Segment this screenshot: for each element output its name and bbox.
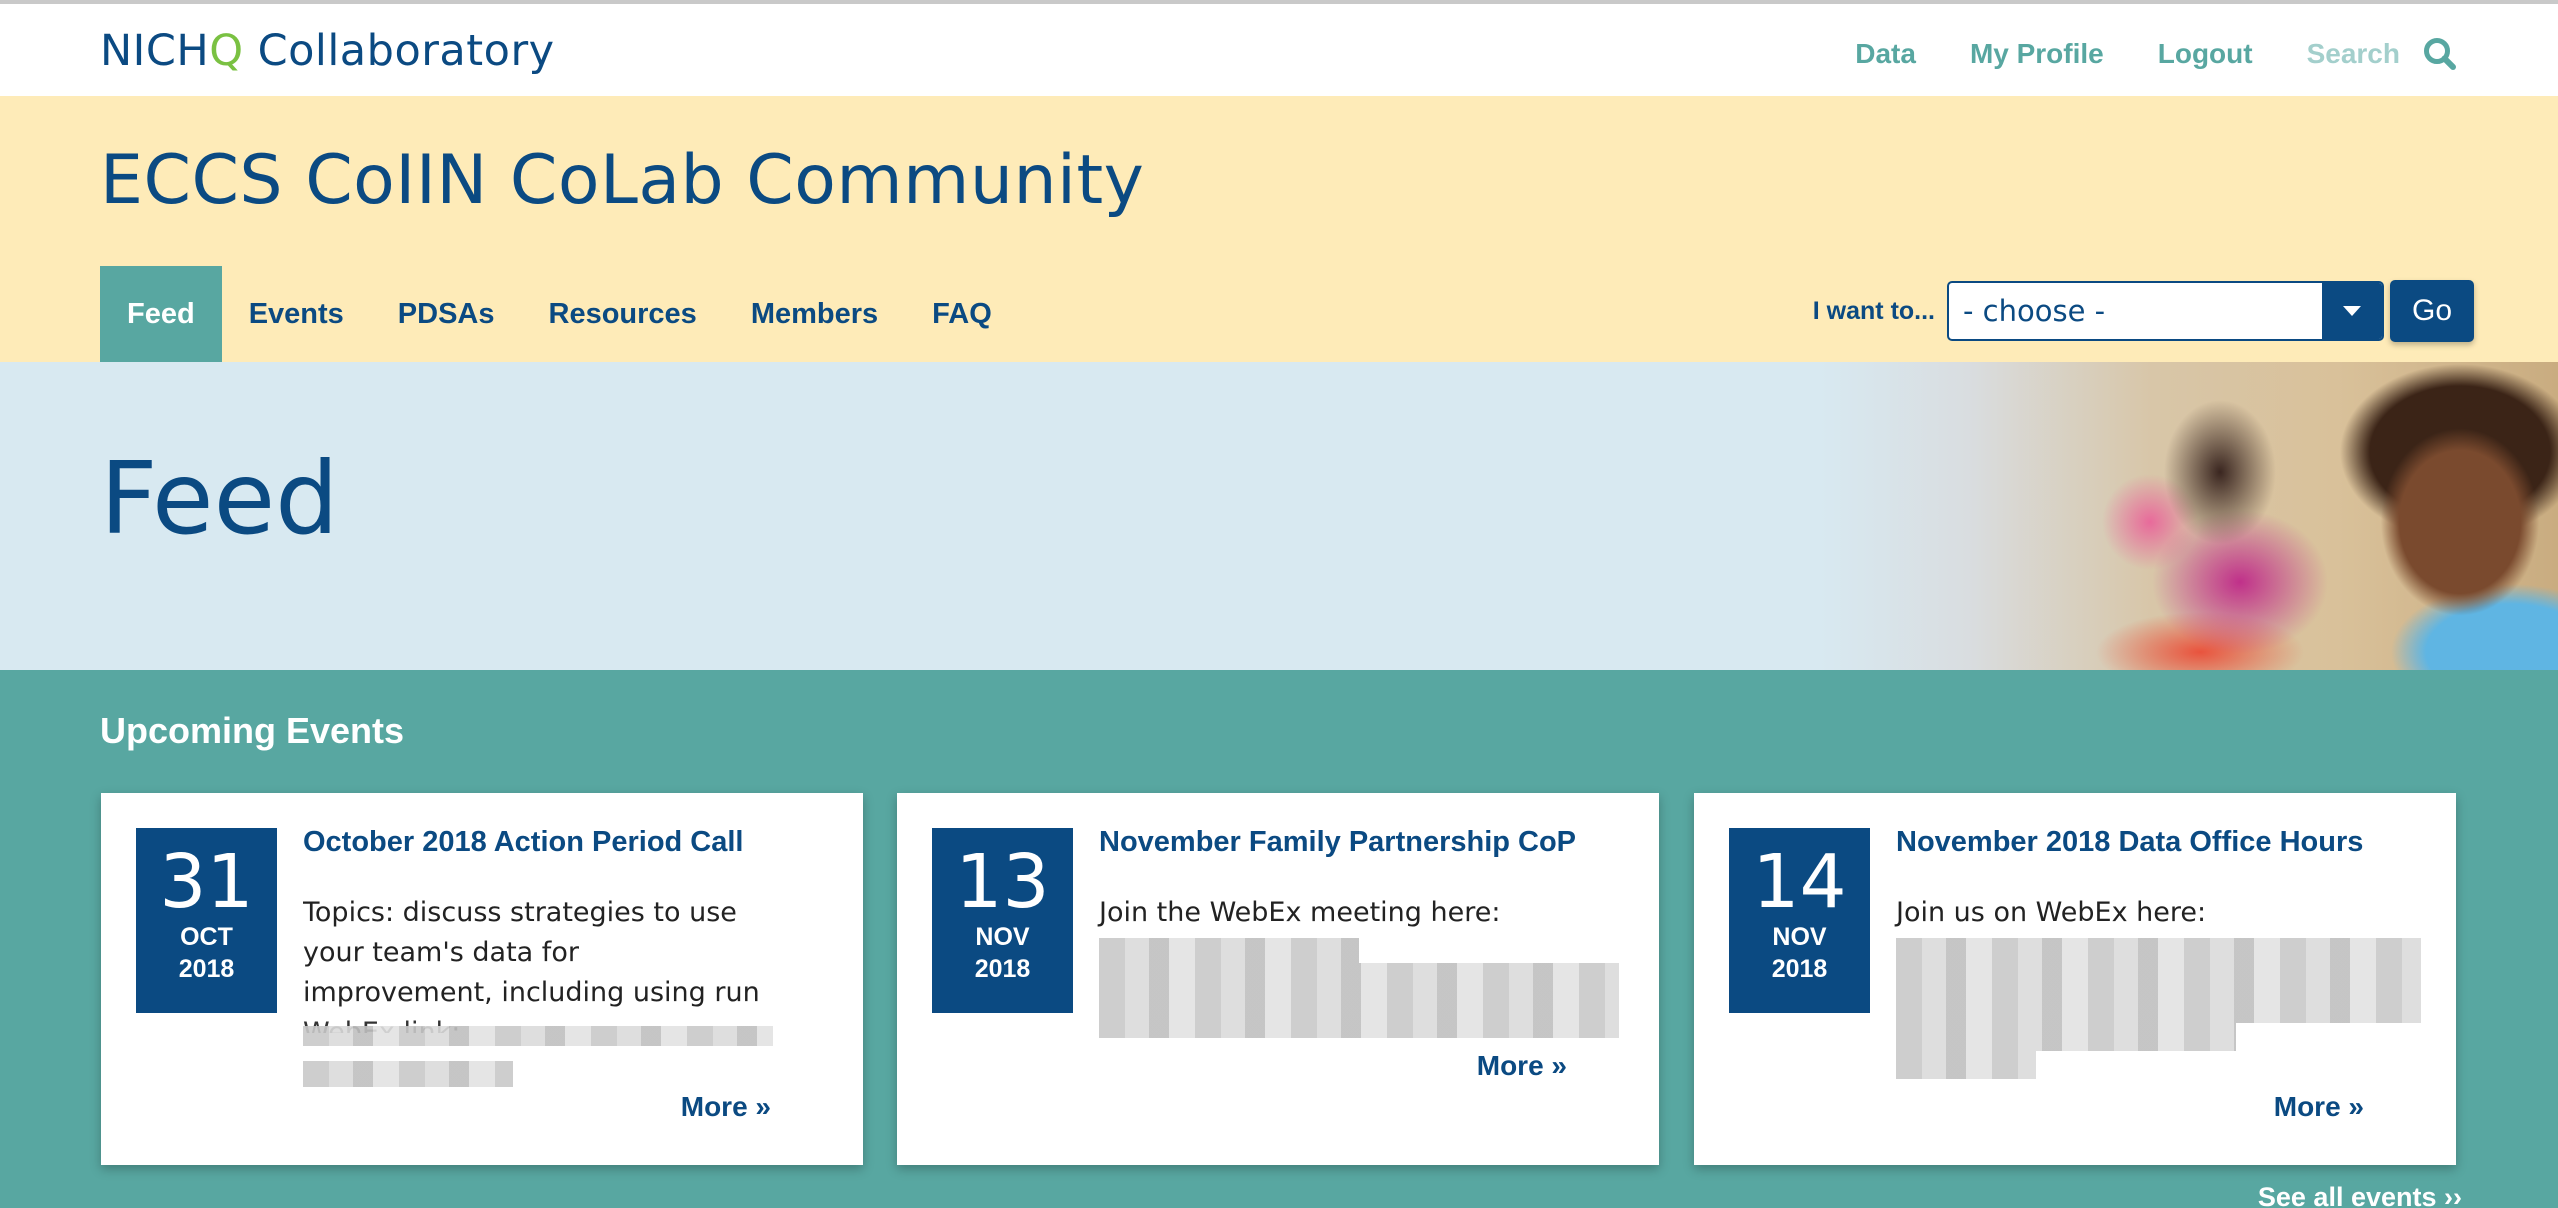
tab-faq[interactable]: FAQ [905, 266, 1019, 362]
event-card: 31 OCT 2018 October 2018 Action Period C… [101, 793, 863, 1165]
event-description: Join the WebEx meeting here: [1099, 893, 1569, 933]
tab-feed[interactable]: Feed [100, 266, 222, 362]
tab-resources[interactable]: Resources [522, 266, 724, 362]
community-banner: ECCS CoIIN CoLab Community Feed Events P… [0, 96, 2558, 362]
event-desc-text: Topics: discuss strategies to use your t… [303, 897, 760, 1008]
tab-pdsas[interactable]: PDSAs [371, 266, 522, 362]
i-want-to-label: I want to... [1812, 296, 1935, 325]
redacted-text [1099, 938, 1359, 963]
top-bar: NICHQ Collaboratory Data My Profile Logo… [0, 0, 2558, 96]
event-more-link[interactable]: More » [1477, 1050, 1567, 1082]
event-day: 13 [955, 839, 1050, 925]
logo-nichq: NICHQ [100, 26, 244, 76]
event-year: 2018 [1771, 955, 1828, 983]
top-nav-my-profile[interactable]: My Profile [1970, 38, 2104, 70]
redacted-text [1896, 1023, 2236, 1051]
event-month: OCT [180, 923, 233, 951]
redacted-text [1896, 938, 2421, 1023]
event-desc-text: Join the WebEx meeting here: [1099, 897, 1501, 928]
go-button[interactable]: Go [2390, 280, 2474, 342]
page-hero: Feed [0, 362, 2558, 670]
event-year: 2018 [178, 955, 235, 983]
event-description: Topics: discuss strategies to use your t… [303, 893, 773, 1033]
caret-down-icon [2343, 306, 2361, 316]
i-want-to-select[interactable]: - choose - [1947, 281, 2384, 341]
redacted-text [303, 1026, 773, 1046]
redacted-text [1099, 963, 1619, 1038]
event-day: 14 [1752, 839, 1847, 925]
select-value[interactable]: - choose - [1949, 283, 2322, 339]
event-date-badge: 31 OCT 2018 [136, 828, 277, 1013]
event-year: 2018 [974, 955, 1031, 983]
redacted-text [1896, 1051, 2036, 1079]
tab-events[interactable]: Events [222, 266, 371, 362]
event-card: 13 NOV 2018 November Family Partnership … [897, 793, 1659, 1165]
page-title: Feed [100, 440, 339, 557]
upcoming-events-section: Upcoming Events 31 OCT 2018 October 2018… [0, 670, 2558, 1208]
logo-nich-text: NICH [100, 26, 210, 76]
logo-q-icon: Q [209, 26, 244, 76]
tab-members[interactable]: Members [724, 266, 905, 362]
event-day: 31 [159, 839, 254, 925]
i-want-to-form: I want to... - choose - Go [1813, 280, 2474, 342]
event-date-badge: 13 NOV 2018 [932, 828, 1073, 1013]
search-button[interactable]: Search [2307, 36, 2458, 72]
search-label[interactable]: Search [2307, 38, 2400, 70]
top-nav-data[interactable]: Data [1855, 38, 1916, 70]
event-title[interactable]: November 2018 Data Office Hours [1896, 826, 2363, 859]
top-nav-logout[interactable]: Logout [2158, 38, 2253, 70]
see-all-events-link[interactable]: See all events ›› [2258, 1182, 2462, 1208]
dropdown-toggle[interactable] [2322, 283, 2382, 339]
event-description: Join us on WebEx here: [1896, 893, 2366, 933]
redacted-text [303, 1061, 513, 1087]
nichq-logo[interactable]: NICHQ Collaboratory [100, 26, 555, 76]
event-month: NOV [1772, 923, 1827, 951]
event-title[interactable]: November Family Partnership CoP [1099, 826, 1576, 859]
upcoming-events-heading: Upcoming Events [100, 710, 405, 751]
event-more-link[interactable]: More » [2274, 1091, 2364, 1123]
event-card: 14 NOV 2018 November 2018 Data Office Ho… [1694, 793, 2456, 1165]
event-month: NOV [975, 923, 1030, 951]
hero-photo [1820, 362, 2558, 670]
event-title[interactable]: October 2018 Action Period Call [303, 826, 744, 859]
event-more-link[interactable]: More » [681, 1091, 771, 1123]
logo-collaboratory: Collaboratory [257, 26, 555, 76]
community-title: ECCS CoIIN CoLab Community [100, 141, 1145, 220]
event-desc-text: Join us on WebEx here: [1896, 897, 2207, 928]
search-icon[interactable] [2422, 36, 2458, 72]
event-date-badge: 14 NOV 2018 [1729, 828, 1870, 1013]
community-nav: Feed Events PDSAs Resources Members FAQ [100, 266, 1019, 362]
top-nav: Data My Profile Logout Search [1855, 32, 2558, 76]
